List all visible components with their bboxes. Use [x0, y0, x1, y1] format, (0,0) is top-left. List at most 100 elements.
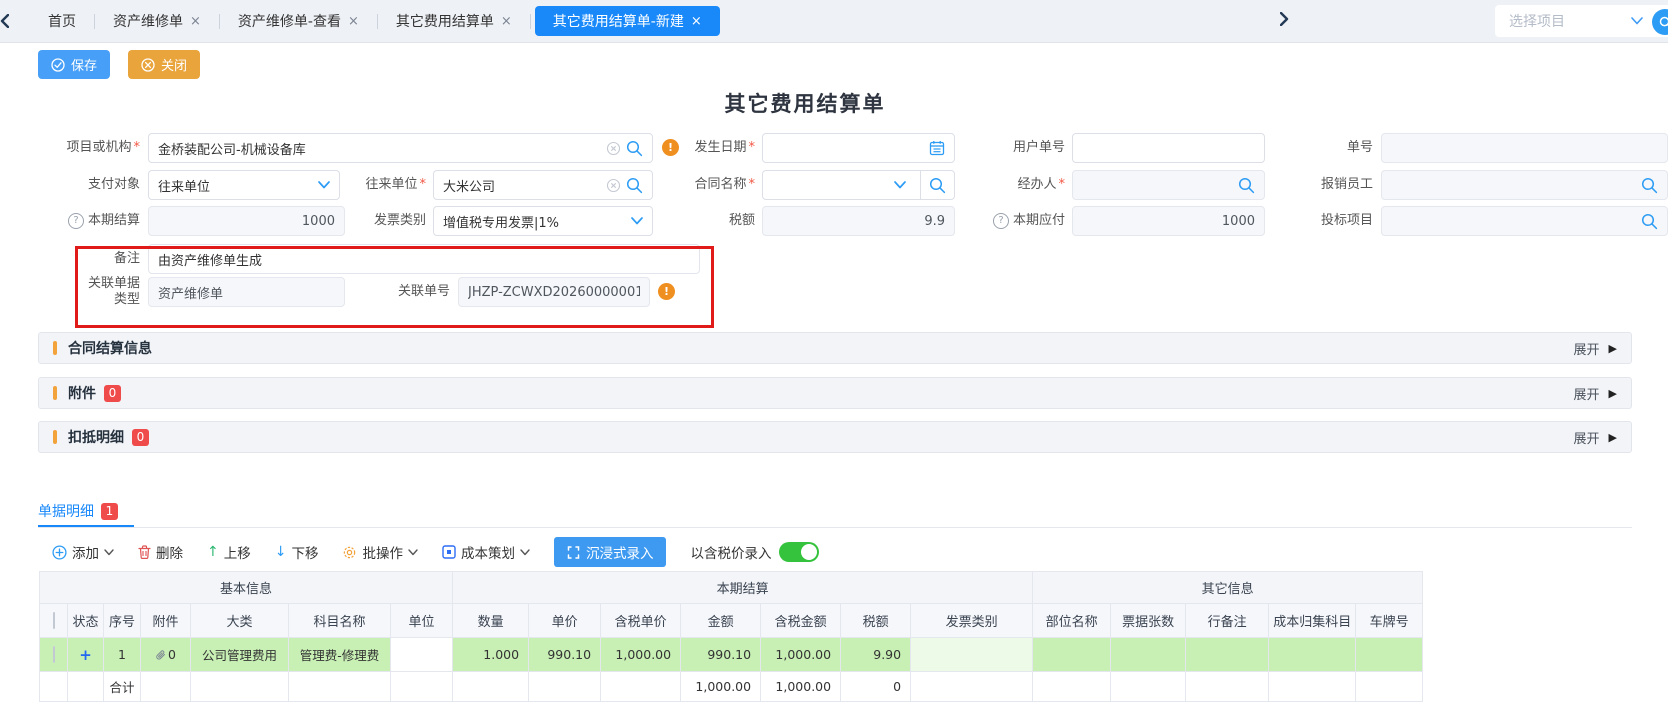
tab-label: 资产维修单 — [113, 11, 183, 31]
section-accent-bar — [53, 430, 57, 444]
col-tax: 税额 — [841, 604, 911, 638]
bid-project-input[interactable] — [1381, 206, 1668, 236]
reimburser-input[interactable] — [1381, 170, 1668, 200]
search-icon[interactable] — [626, 177, 643, 194]
table-row[interactable]: + 1 0 公司管理费用 管理费-修理费 1.000 990.10 1,000.… — [40, 638, 1423, 672]
save-button[interactable]: 保存 — [38, 50, 110, 79]
cell-part-name[interactable] — [1033, 638, 1111, 672]
cell-price-tax[interactable]: 1,000.00 — [601, 638, 681, 672]
related-doc-type-label: 关联单据 类型 — [30, 276, 140, 308]
cell-unit[interactable] — [391, 638, 453, 672]
related-doc-type-value: 资产维修单 — [158, 283, 223, 302]
project-input[interactable]: 金桥装配公司-机械设备库 — [148, 133, 653, 163]
table-footer-row: 合计 1,000.00 1,000.00 0 — [40, 672, 1423, 702]
clear-icon[interactable] — [606, 141, 621, 156]
cost-plan-button[interactable]: 成本策划 — [442, 542, 530, 562]
cell-amount-tax[interactable]: 1,000.00 — [761, 638, 841, 672]
cell-cost-subject[interactable] — [1269, 638, 1356, 672]
row-add-icon[interactable]: + — [79, 646, 92, 664]
related-doc-type-label-line1: 关联单据 — [88, 276, 140, 292]
tabs-scroll-left-icon[interactable] — [0, 14, 30, 28]
expand-control[interactable]: 展开 ▶ — [1574, 339, 1617, 358]
count-badge: 0 — [104, 385, 121, 402]
tab-other-expense-new-active[interactable]: 其它费用结算单-新建 × — [535, 6, 720, 36]
contract-select[interactable] — [762, 170, 955, 200]
cell-amount[interactable]: 990.10 — [681, 638, 761, 672]
invoice-type-value: 增值税专用发票|1% — [443, 212, 559, 231]
action-toolbar: 保存 关闭 — [38, 50, 200, 79]
search-icon — [929, 177, 946, 194]
footer-total-label: 合计 — [104, 672, 141, 702]
section-attachments[interactable]: 附件 0 展开 ▶ — [38, 377, 1632, 409]
add-row-button[interactable]: 添加 — [52, 542, 114, 562]
col-price-tax: 含税单价 — [601, 604, 681, 638]
toggle-knob — [801, 544, 817, 560]
cell-price[interactable]: 990.10 — [529, 638, 601, 672]
immersive-entry-button[interactable]: 沉浸式录入 — [554, 537, 667, 567]
cell-tax[interactable]: 9.90 — [841, 638, 911, 672]
cell-category[interactable]: 公司管理费用 — [191, 638, 289, 672]
tab-close-icon[interactable]: × — [348, 14, 359, 29]
section-contract-settlement[interactable]: 合同结算信息 展开 ▶ — [38, 332, 1632, 364]
search-icon[interactable] — [626, 140, 643, 157]
chevron-down-icon — [1631, 17, 1643, 25]
tab-home[interactable]: 首页 — [30, 0, 94, 42]
tab-asset-repair[interactable]: 资产维修单 × — [95, 0, 219, 42]
tab-close-icon[interactable]: × — [691, 14, 702, 29]
occur-date-input[interactable] — [762, 133, 955, 163]
user-no-input[interactable] — [1072, 133, 1265, 163]
period-settlement-label-wrap: ? 本期结算 — [10, 206, 140, 236]
tab-bar: 首页 资产维修单 × 资产维修单-查看 × 其它费用结算单 × 其它费用结算单-… — [0, 0, 1668, 43]
search-icon[interactable] — [1641, 177, 1658, 194]
move-down-label: 下移 — [291, 542, 318, 562]
gear-icon — [342, 545, 357, 560]
move-up-button[interactable]: ↑ 上移 — [207, 542, 251, 562]
clear-icon[interactable] — [606, 178, 621, 193]
expand-control[interactable]: 展开 ▶ — [1574, 384, 1617, 403]
counterparty-value: 大米公司 — [443, 176, 495, 195]
row-checkbox[interactable] — [53, 646, 55, 663]
tab-asset-repair-view[interactable]: 资产维修单-查看 × — [220, 0, 377, 42]
cell-attachment-count: 0 — [168, 647, 176, 662]
cell-ticket-count[interactable] — [1111, 638, 1186, 672]
search-icon[interactable] — [1641, 213, 1658, 230]
batch-ops-button[interactable]: 批操作 — [342, 542, 418, 562]
tab-close-icon[interactable]: × — [190, 14, 201, 29]
section-deductions[interactable]: 扣抵明细 0 展开 ▶ — [38, 421, 1632, 453]
contract-label: 合同名称 — [660, 170, 755, 200]
tab-other-expense[interactable]: 其它费用结算单 × — [378, 0, 530, 42]
tab-label: 其它费用结算单-新建 — [553, 11, 684, 31]
tab-detail-label: 单据明细 — [38, 501, 94, 521]
delete-row-button[interactable]: 删除 — [138, 542, 183, 562]
select-all-checkbox[interactable] — [53, 612, 55, 629]
calendar-icon[interactable] — [929, 140, 945, 156]
move-down-button[interactable]: ↓ 下移 — [275, 542, 319, 562]
tabs-scroll-right-icon[interactable] — [1280, 12, 1310, 26]
col-amount-tax: 含税金额 — [761, 604, 841, 638]
handler-input[interactable] — [1072, 170, 1265, 200]
counterparty-input[interactable]: 大米公司 — [433, 170, 653, 200]
contract-search-button[interactable] — [920, 171, 954, 199]
cell-invoice-type[interactable] — [911, 638, 1033, 672]
expand-control[interactable]: 展开 ▶ — [1574, 428, 1617, 447]
cell-plate-no[interactable] — [1356, 638, 1423, 672]
cell-row-remark[interactable] — [1186, 638, 1269, 672]
cell-attachment[interactable]: 0 — [141, 638, 191, 672]
tax-inclusive-toggle[interactable] — [779, 542, 819, 562]
cell-qty[interactable]: 1.000 — [453, 638, 529, 672]
tab-divider — [530, 14, 531, 29]
search-icon[interactable] — [1238, 177, 1255, 194]
invoice-type-select[interactable]: 增值税专用发票|1% — [433, 206, 653, 236]
remark-input[interactable]: 由资产维修单生成 — [148, 244, 700, 274]
chevron-down-icon — [894, 181, 906, 189]
remark-label: 备注 — [30, 244, 140, 274]
col-subject: 科目名称 — [289, 604, 391, 638]
period-payable-label-wrap: ? 本期应付 — [935, 206, 1065, 236]
close-button[interactable]: 关闭 — [128, 50, 200, 79]
cell-subject[interactable]: 管理费-修理费 — [289, 638, 391, 672]
pay-target-select[interactable]: 往来单位 — [148, 170, 340, 200]
tab-detail-lines[interactable]: 单据明细 1 — [38, 501, 118, 521]
warning-icon: ! — [658, 283, 675, 300]
project-select[interactable]: 选择项目 — [1495, 5, 1668, 37]
tab-close-icon[interactable]: × — [501, 14, 512, 29]
